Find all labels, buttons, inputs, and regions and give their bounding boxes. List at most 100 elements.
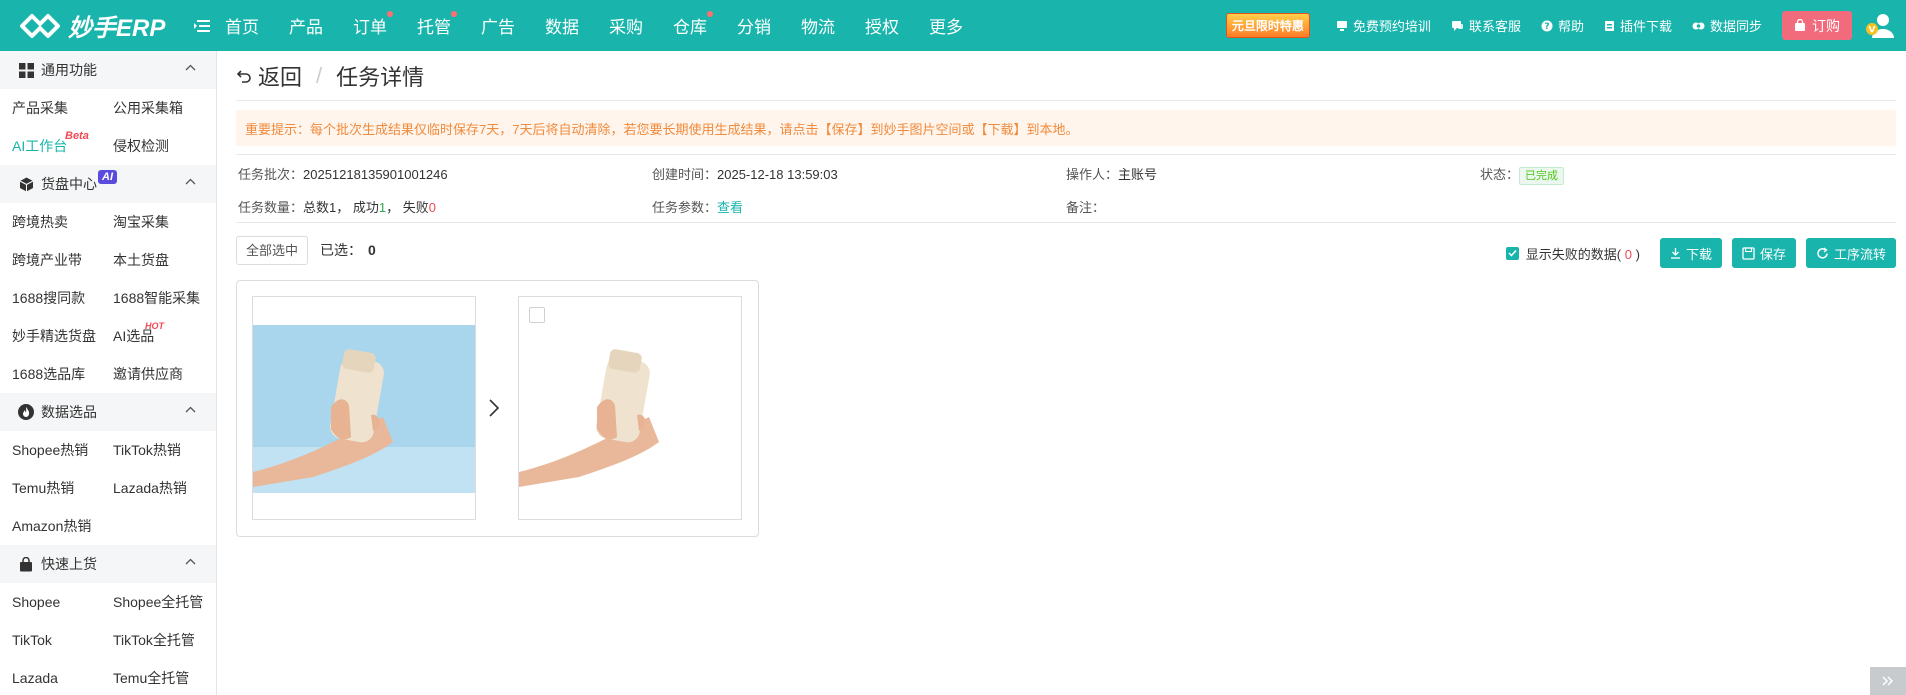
- help-link[interactable]: ? 帮助: [1541, 16, 1584, 35]
- top-nav-bar: 妙手ERP 首页 产品 订单 托管 广告 数据 采购 仓库 分销 物流 授权 更…: [0, 0, 1906, 51]
- sidebar-item-tiktok[interactable]: TikTok: [12, 621, 113, 659]
- sidebar-item-temu-full[interactable]: Temu全托管: [113, 659, 216, 695]
- nav-product[interactable]: 产品: [289, 13, 323, 38]
- shopping-bag-icon: [1795, 19, 1805, 31]
- nav-more[interactable]: 更多: [929, 13, 963, 38]
- data-sync-link[interactable]: 数据同步: [1692, 16, 1762, 35]
- sidebar-item-1688-library[interactable]: 1688选品库: [12, 355, 113, 393]
- beta-badge: Beta: [65, 130, 89, 142]
- image-select-checkbox[interactable]: [529, 307, 545, 323]
- sidebar: 通用功能 产品采集 公用采集箱 AI工作台 Beta 侵权检测 货盘中心 AI 跨…: [0, 51, 217, 695]
- plugin-icon: [1604, 20, 1614, 31]
- chevron-up-icon: [185, 178, 196, 185]
- chevron-right-icon: [488, 398, 500, 421]
- sidebar-item-crossborder-hot[interactable]: 跨境热卖: [12, 203, 113, 241]
- toolbar-actions: 显示失败的数据( 0 ) 下载 保存 工序流转: [1505, 238, 1896, 268]
- logo[interactable]: 妙手ERP: [0, 0, 183, 51]
- show-failed-label: 显示失败的数据( 0 ): [1525, 246, 1640, 262]
- nav-ads[interactable]: 广告: [481, 13, 515, 38]
- back-button[interactable]: 返回: [236, 60, 302, 92]
- task-params: 任务参数：查看: [652, 200, 744, 215]
- breadcrumb-separator: /: [316, 62, 323, 88]
- nav-home[interactable]: 首页: [225, 13, 259, 38]
- nav-logistics[interactable]: 物流: [801, 13, 835, 38]
- sidebar-item-local-supply[interactable]: 本土货盘: [113, 241, 216, 279]
- select-all-button[interactable]: 全部选中: [236, 235, 309, 265]
- operator: 操作人：主账号: [1066, 167, 1158, 182]
- ai-badge: AI: [98, 170, 117, 184]
- sidebar-item-shopee-hot[interactable]: Shopee热销: [12, 431, 113, 469]
- sidebar-item-1688-smart-collect[interactable]: 1688智能采集: [113, 279, 216, 317]
- user-avatar[interactable]: V: [1864, 11, 1894, 41]
- sidebar-item-shopee-full[interactable]: Shopee全托管: [113, 583, 216, 621]
- sidebar-item-temu-hot[interactable]: Temu热销: [12, 469, 113, 507]
- sidebar-item-tiktok-full[interactable]: TikTok全托管: [113, 621, 216, 659]
- nav-order[interactable]: 订单: [353, 11, 393, 38]
- double-chevron-right-icon: [1882, 676, 1894, 686]
- nav-data[interactable]: 数据: [545, 13, 579, 38]
- status-badge: 已完成: [1519, 167, 1565, 185]
- sidebar-item-ai-workbench[interactable]: AI工作台 Beta: [12, 127, 113, 165]
- sidebar-section-supply-center[interactable]: 货盘中心 AI: [0, 165, 216, 203]
- help-icon: ?: [1541, 20, 1553, 32]
- download-icon: [1670, 248, 1680, 259]
- notification-dot: [451, 11, 457, 17]
- grid-icon: [18, 62, 34, 78]
- sidebar-item-infringement-check[interactable]: 侵权检测: [113, 127, 216, 165]
- nav-hosting[interactable]: 托管: [417, 11, 457, 38]
- sidebar-section-quick-listing[interactable]: 快速上货: [0, 545, 216, 583]
- monitor-icon: [1336, 20, 1347, 31]
- nav-authorization[interactable]: 授权: [865, 13, 899, 38]
- task-info-panel: 任务批次：20251218135901001246 创建时间：2025-12-1…: [236, 154, 1896, 223]
- sync-icon: [1692, 22, 1705, 29]
- workflow-button[interactable]: 工序流转: [1805, 238, 1896, 268]
- logo-text: 妙手ERP: [68, 15, 166, 42]
- sidebar-item-selected-supply[interactable]: 妙手精选货盘: [12, 317, 113, 355]
- sidebar-item-product-collect[interactable]: 产品采集: [12, 89, 113, 127]
- sidebar-item-tiktok-hot[interactable]: TikTok热销: [113, 431, 216, 469]
- selected-count: 已选： 0: [320, 242, 376, 258]
- sidebar-item-lazada-hot[interactable]: Lazada热销: [113, 469, 216, 507]
- sidebar-item-public-collect-box[interactable]: 公用采集箱: [113, 89, 216, 127]
- support-link[interactable]: 联系客服: [1451, 16, 1521, 35]
- view-params-link[interactable]: 查看: [717, 200, 743, 215]
- sidebar-item-ai-selection[interactable]: AI选品 HOT: [113, 317, 216, 355]
- generated-image[interactable]: [518, 296, 742, 520]
- original-image[interactable]: [252, 296, 476, 520]
- refresh-icon: [1817, 246, 1828, 259]
- plugin-download-link[interactable]: 插件下载: [1604, 16, 1672, 35]
- download-button[interactable]: 下载: [1659, 238, 1722, 268]
- sidebar-item-invite-supplier[interactable]: 邀请供应商: [113, 355, 216, 393]
- chevron-up-icon: [185, 406, 196, 413]
- page-header: 返回 / 任务详情: [236, 51, 1896, 101]
- sidebar-item-lazada[interactable]: Lazada: [12, 659, 113, 695]
- nav-warehouse[interactable]: 仓库: [673, 11, 713, 38]
- nav-distribution[interactable]: 分销: [737, 13, 771, 38]
- task-count: 任务数量：总数1， 成功1， 失败0: [238, 200, 437, 215]
- result-card: [236, 280, 759, 537]
- promo-badge[interactable]: 元旦限时特惠: [1225, 13, 1310, 38]
- subscribe-button[interactable]: 订购: [1782, 11, 1852, 40]
- collapse-panel-button[interactable]: [1870, 667, 1906, 695]
- bag-icon: [18, 556, 34, 572]
- show-failed-checkbox[interactable]: [1505, 246, 1519, 260]
- training-link[interactable]: 免费预约培训: [1336, 16, 1431, 35]
- task-batch: 任务批次：20251218135901001246: [238, 167, 448, 182]
- hot-badge: HOT: [145, 321, 164, 331]
- notification-dot: [387, 11, 393, 17]
- sidebar-item-taobao-collect[interactable]: 淘宝采集: [113, 203, 216, 241]
- sidebar-item-1688-same[interactable]: 1688搜同款: [12, 279, 113, 317]
- menu-toggle-icon[interactable]: [191, 15, 213, 37]
- flame-icon: [18, 404, 34, 420]
- sidebar-item-industry-belt[interactable]: 跨境产业带: [12, 241, 113, 279]
- main-nav: 首页 产品 订单 托管 广告 数据 采购 仓库 分销 物流 授权 更多: [225, 0, 993, 51]
- sidebar-section-data-selection[interactable]: 数据选品: [0, 393, 216, 431]
- notice-banner: 重要提示：每个批次生成结果仅临时保存7天，7天后将自动清除，若您要长期使用生成结…: [236, 110, 1896, 146]
- save-button[interactable]: 保存: [1731, 238, 1796, 268]
- sidebar-item-shopee[interactable]: Shopee: [12, 583, 113, 621]
- sidebar-section-general[interactable]: 通用功能: [0, 51, 216, 89]
- nav-purchase[interactable]: 采购: [609, 13, 643, 38]
- notification-dot: [707, 11, 713, 17]
- svg-text:?: ?: [1544, 22, 1549, 32]
- sidebar-item-amazon-hot[interactable]: Amazon热销: [12, 507, 113, 545]
